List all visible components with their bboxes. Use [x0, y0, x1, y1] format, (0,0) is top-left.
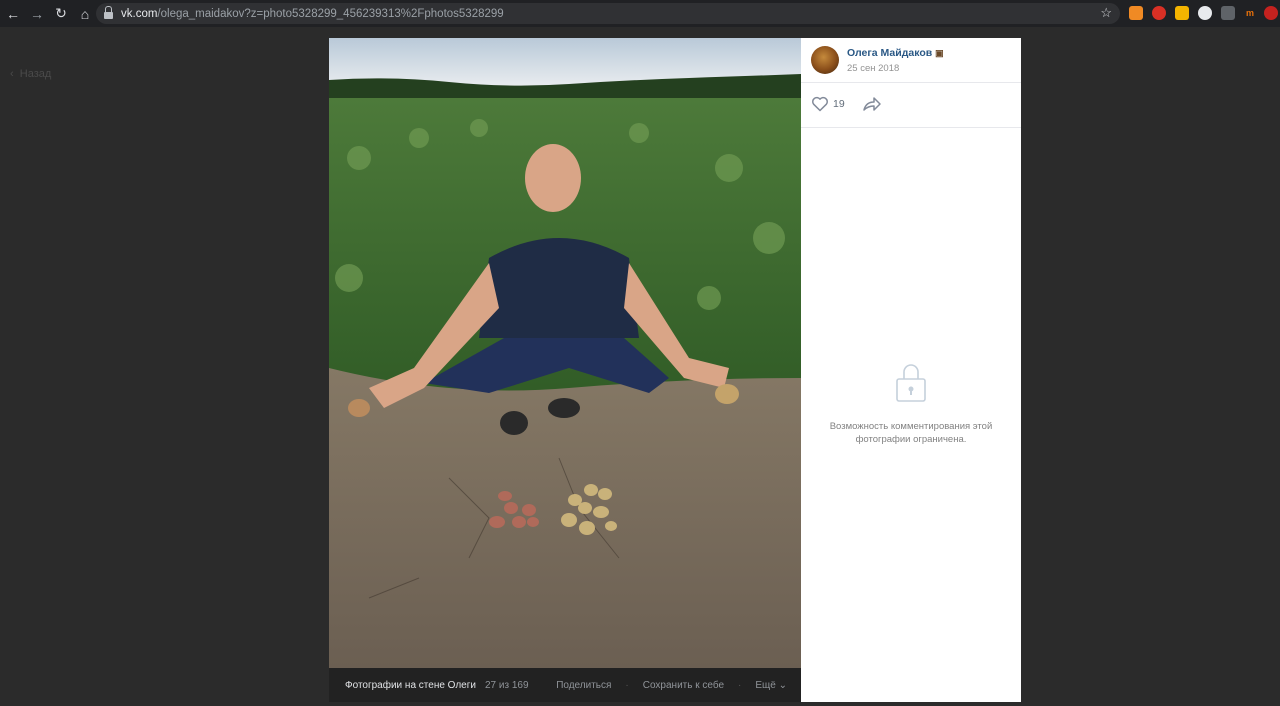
forward-arrow-icon[interactable]: → [26, 3, 48, 25]
photo-bottom-bar: Фотографии на стене Олеги 27 из 169 Поде… [329, 668, 801, 702]
separator-dot: · [738, 679, 742, 691]
home-icon[interactable]: ⌂ [74, 3, 96, 25]
info-panel: Олега Майдаков ▣ 25 сен 2018 19 Возможно… [801, 38, 1021, 702]
author-name[interactable]: Олега Майдаков ▣ [847, 47, 944, 59]
m-extension-icon[interactable]: m [1243, 6, 1257, 20]
browser-toolbar: ← → ↻ ⌂ vk.com/olega_maidakov?z=photo532… [0, 0, 1280, 27]
divider [801, 82, 1021, 83]
gray-extension-icon[interactable] [1221, 6, 1235, 20]
separator-dot: · [625, 679, 629, 691]
back-link[interactable]: ‹ Назад [10, 68, 51, 80]
url-path: /olega_maidakov?z=photo5328299_456239313… [157, 7, 504, 20]
back-label: Назад [19, 68, 52, 80]
share-link[interactable]: Поделиться [556, 680, 611, 691]
comments-restricted-text: Возможность комментирования этой фотогра… [829, 421, 993, 445]
download-extension-icon[interactable] [1264, 6, 1278, 20]
briefcase-icon: ▣ [935, 47, 944, 58]
red-extension-icon[interactable] [1152, 6, 1166, 20]
divider [801, 127, 1021, 128]
author-name-text: Олега Майдаков [847, 46, 933, 59]
avatar[interactable] [811, 46, 839, 74]
padlock-icon [896, 364, 926, 402]
photo-image[interactable] [329, 38, 801, 668]
lock-icon [104, 6, 113, 19]
chevron-down-icon: ⌄ [778, 679, 787, 691]
rss-extension-icon[interactable] [1129, 6, 1143, 20]
reload-icon[interactable]: ↻ [50, 3, 72, 25]
bookmark-extension-icon[interactable] [1175, 6, 1189, 20]
photo-counter: 27 из 169 [484, 679, 529, 691]
save-link[interactable]: Сохранить к себе [643, 680, 724, 691]
album-title[interactable]: Фотографии на стене Олеги [345, 680, 476, 691]
likes-count: 19 [833, 98, 845, 110]
like-button[interactable]: 19 [811, 96, 845, 112]
heart-icon [812, 96, 828, 112]
star-icon[interactable]: ☆ [1100, 5, 1112, 21]
author-block: Олега Майдаков ▣ 25 сен 2018 [811, 46, 944, 74]
url-host: vk.com [121, 7, 158, 20]
share-arrow-icon [863, 97, 881, 111]
address-bar[interactable]: vk.com/olega_maidakov?z=photo5328299_456… [96, 3, 1120, 24]
post-date[interactable]: 25 сен 2018 [847, 63, 944, 74]
photo-viewer: Фотографии на стене Олеги 27 из 169 Поде… [329, 38, 1021, 702]
white-extension-icon[interactable] [1198, 6, 1212, 20]
comments-restricted: Возможность комментирования этой фотогра… [801, 361, 1021, 446]
more-menu[interactable]: Ещё ⌄ [755, 680, 787, 691]
back-arrow-icon[interactable]: ← [2, 3, 24, 25]
more-label: Ещё [755, 679, 776, 691]
share-button[interactable] [862, 96, 882, 117]
photo-area[interactable]: Фотографии на стене Олеги 27 из 169 Поде… [329, 38, 801, 702]
